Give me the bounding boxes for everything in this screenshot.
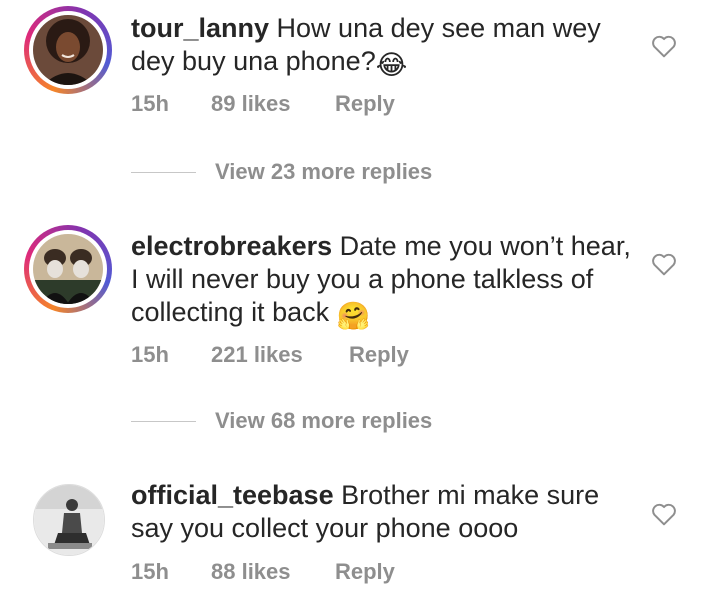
heart-outline-icon[interactable] — [651, 502, 677, 526]
reply-button[interactable]: Reply — [349, 342, 409, 368]
comment-username[interactable]: tour_lanny — [131, 13, 269, 43]
avatar-image — [33, 15, 103, 85]
avatar-image — [34, 485, 104, 555]
avatar — [33, 15, 103, 85]
laughing-emoji-icon: 😂 — [375, 50, 408, 80]
view-replies-button[interactable]: View 23 more replies — [131, 159, 531, 189]
avatar — [33, 234, 103, 304]
view-replies-label: View 23 more replies — [215, 159, 433, 184]
avatar-image — [33, 234, 103, 304]
view-replies-label: View 68 more replies — [215, 408, 433, 433]
avatar — [33, 484, 105, 556]
heart-outline-icon[interactable] — [651, 34, 677, 58]
divider — [131, 421, 196, 422]
heart-outline-icon[interactable] — [651, 252, 677, 276]
comment-time: 15h — [131, 342, 169, 367]
comment-time: 15h — [131, 559, 169, 584]
avatar-wrapper[interactable] — [24, 475, 112, 563]
comment-username[interactable]: electrobreakers — [131, 231, 332, 261]
hugging-emoji-icon: 🤗 — [336, 301, 371, 331]
comment-username[interactable]: official_teebase — [131, 480, 334, 510]
avatar-story-ring[interactable] — [24, 225, 112, 313]
comment-time: 15h — [131, 91, 169, 116]
like-count[interactable]: 88 likes — [211, 559, 291, 585]
reply-button[interactable]: Reply — [335, 91, 395, 117]
like-count[interactable]: 221 likes — [211, 342, 303, 368]
avatar-story-ring[interactable] — [24, 6, 112, 94]
view-replies-button[interactable]: View 68 more replies — [131, 408, 531, 438]
reply-button[interactable]: Reply — [335, 559, 395, 585]
like-count[interactable]: 89 likes — [211, 91, 291, 117]
divider — [131, 172, 196, 173]
